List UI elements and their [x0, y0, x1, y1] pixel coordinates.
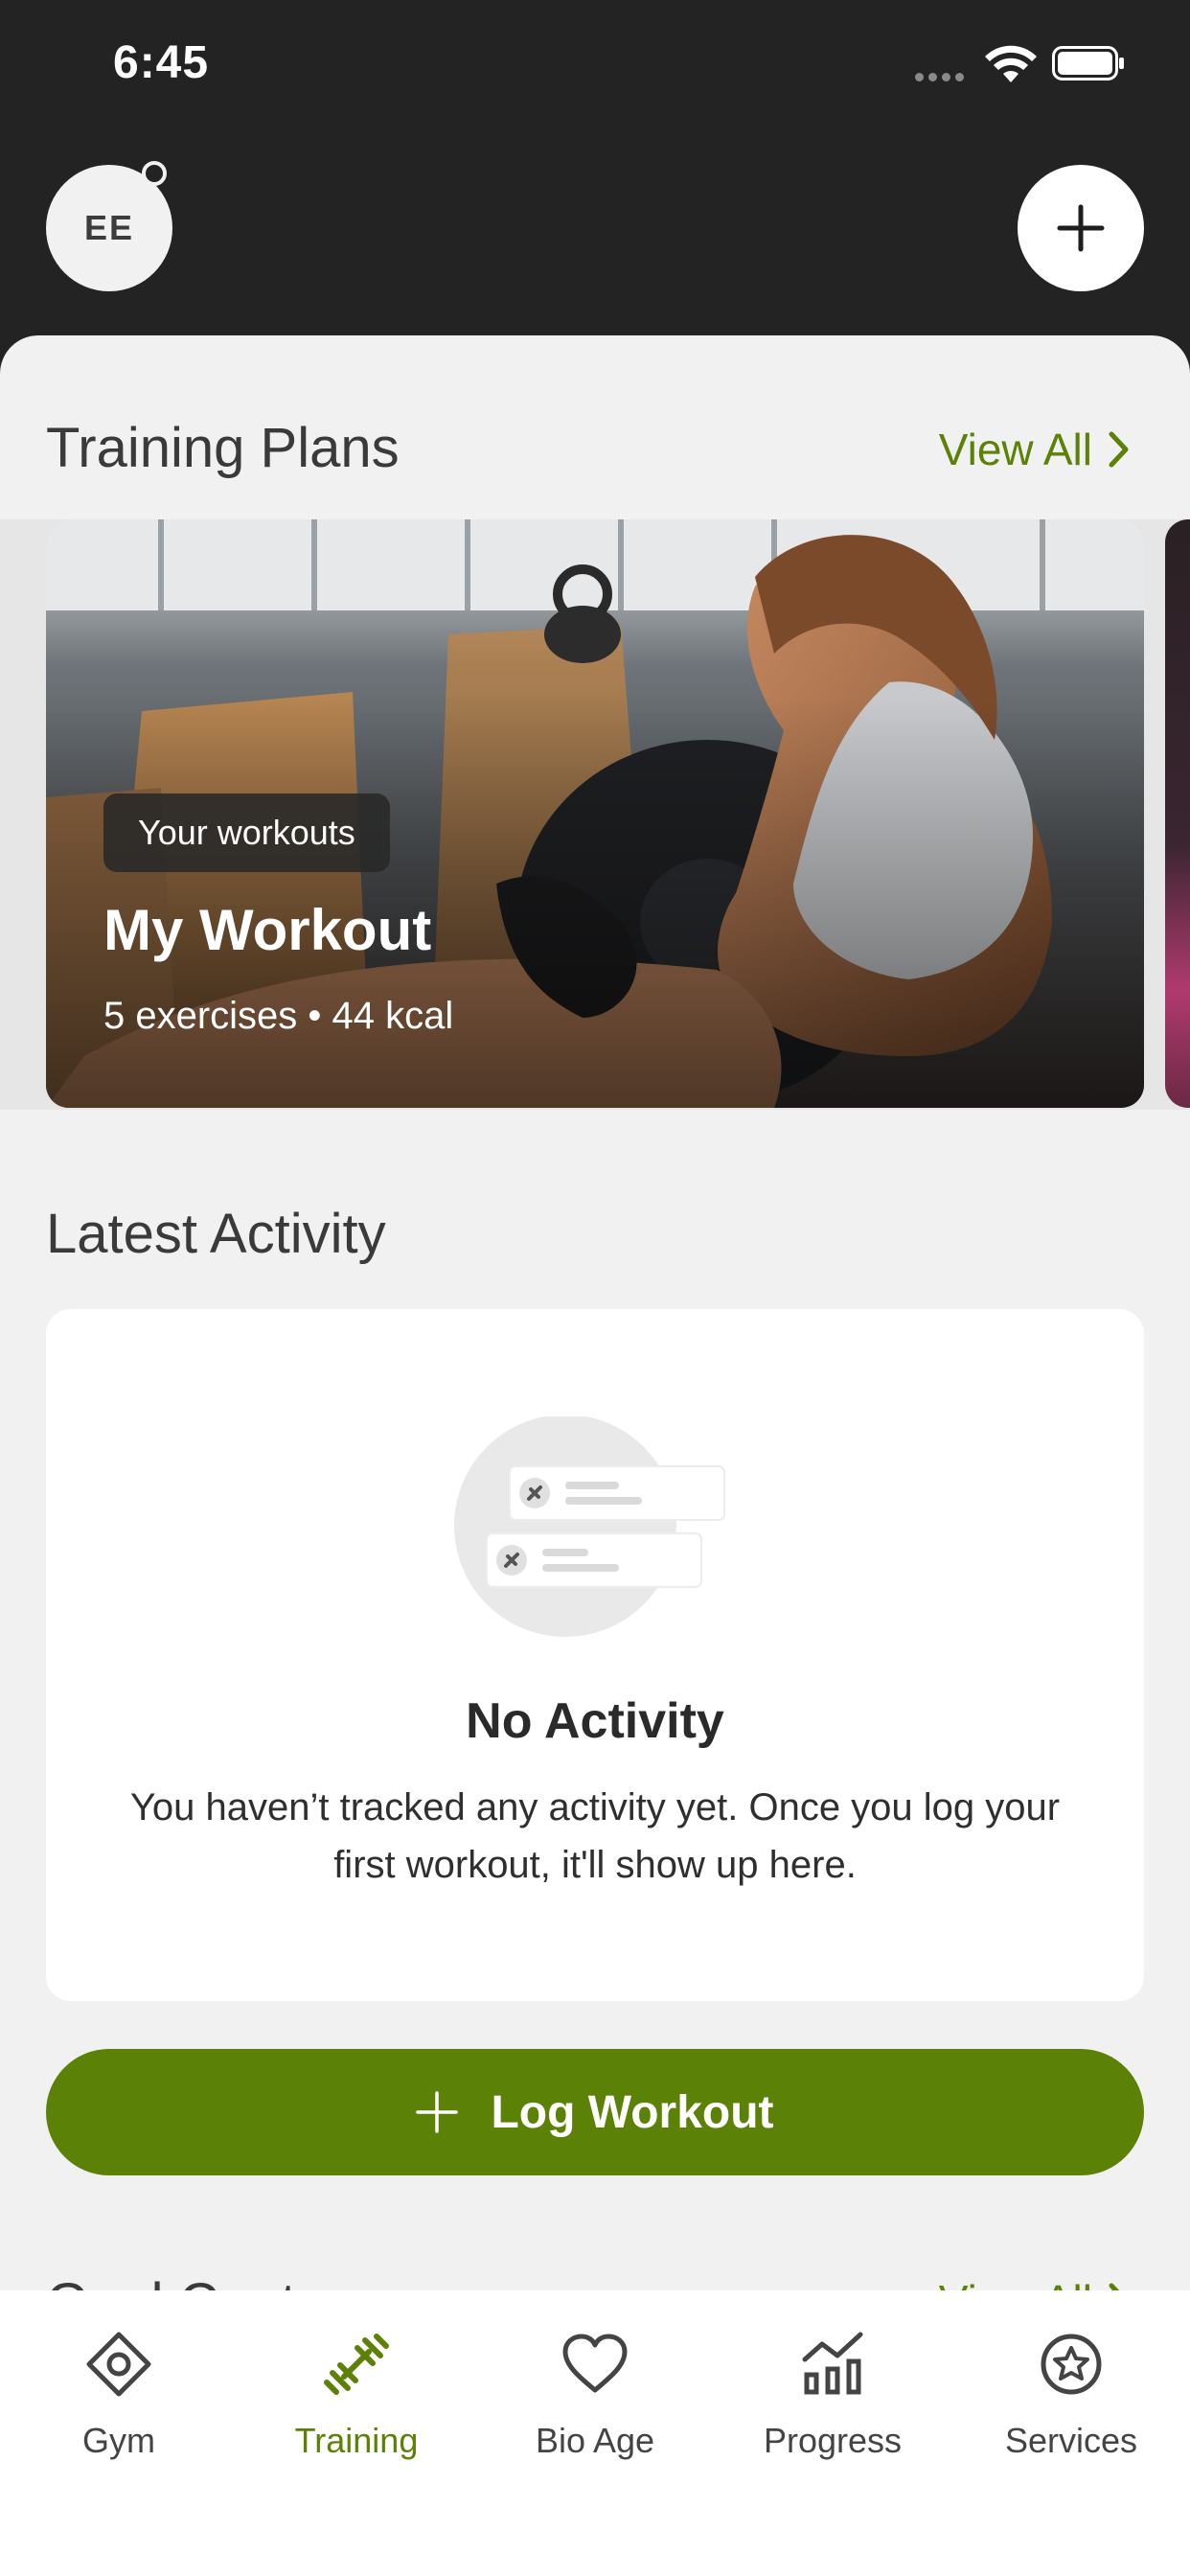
add-button[interactable] — [1018, 165, 1144, 291]
star-badge-icon — [1041, 2334, 1102, 2395]
plus-icon — [416, 2091, 459, 2133]
dumbbell-icon — [324, 2334, 389, 2395]
status-time: 6:45 — [113, 37, 210, 88]
avatar-initials: EE — [83, 208, 135, 247]
tab-label: Services — [1004, 2421, 1138, 2460]
wifi-icon — [985, 45, 1037, 82]
next-plan-card[interactable] — [1165, 519, 1190, 1108]
gym-icon — [86, 2332, 151, 2397]
view-all-training-plans[interactable]: View All — [939, 424, 1131, 475]
log-workout-label: Log Workout — [491, 2086, 774, 2138]
tab-gym[interactable]: Gym — [23, 2329, 215, 2461]
progress-chart-icon — [802, 2332, 863, 2395]
view-all-label: View All — [938, 425, 1092, 474]
status-bar: 6:45 — [0, 0, 1190, 134]
tab-bio-age[interactable]: Bio Age — [499, 2329, 691, 2461]
tab-label: Progress — [763, 2421, 903, 2460]
main-sheet: Training Plans View All Your workouts My… — [0, 335, 1190, 2576]
plus-icon — [1057, 204, 1105, 252]
tab-progress[interactable]: Progress — [737, 2329, 928, 2461]
battery-icon — [1052, 46, 1124, 80]
tab-label: Bio Age — [535, 2421, 655, 2460]
card-meta: 5 exercises • 44 kcal — [103, 995, 454, 1037]
log-workout-button[interactable]: Log Workout — [46, 2049, 1144, 2175]
tab-label: Gym — [82, 2421, 155, 2460]
tab-services[interactable]: Services — [975, 2329, 1167, 2461]
tab-training[interactable]: Training — [261, 2329, 452, 2461]
card-title: My Workout — [103, 898, 432, 962]
tab-label: Training — [294, 2421, 419, 2460]
activity-card: No Activity You haven’t tracked any acti… — [46, 1309, 1144, 2001]
notification-dot — [142, 161, 167, 186]
empty-activity-illustration — [454, 1416, 725, 1637]
signal-icon — [915, 69, 971, 81]
empty-description: You haven’t tracked any activity yet. On… — [129, 1786, 1061, 1886]
latest-activity-title: Latest Activity — [46, 1203, 386, 1265]
training-plans-title: Training Plans — [46, 417, 400, 479]
chevron-right-icon — [1109, 431, 1129, 468]
tab-bar: Gym Training Bio Age Progress Services — [0, 2290, 1190, 2576]
workout-plan-card[interactable]: Your workouts My Workout 5 exercises • 4… — [46, 519, 1144, 1108]
heart-icon — [562, 2334, 628, 2393]
empty-title: No Activity — [466, 1693, 724, 1749]
card-tag: Your workouts — [103, 794, 390, 872]
